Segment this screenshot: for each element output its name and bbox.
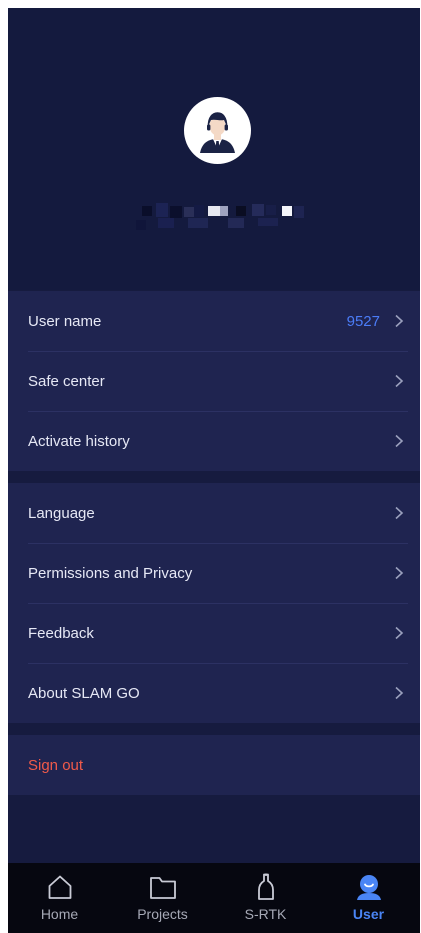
about-row[interactable]: About SLAM GO <box>8 663 420 723</box>
feedback-label: Feedback <box>28 624 94 642</box>
profile-header <box>8 8 420 290</box>
username-pixelated-blur <box>128 198 308 238</box>
user-screen: User name 9527 Safe center Activate hist… <box>8 8 420 933</box>
chevron-right-icon <box>395 566 404 580</box>
username-row[interactable]: User name 9527 <box>8 291 420 351</box>
language-row[interactable]: Language <box>8 483 420 543</box>
sign-out-button[interactable]: Sign out <box>8 735 420 795</box>
tab-home[interactable]: Home <box>8 863 111 933</box>
tab-srtk-label: S-RTK <box>244 906 287 922</box>
signout-group: Sign out <box>8 735 420 795</box>
user-icon <box>356 875 381 900</box>
safe-center-row[interactable]: Safe center <box>8 351 420 411</box>
chevron-right-icon <box>395 506 404 520</box>
safe-center-label: Safe center <box>28 372 105 390</box>
account-settings-group: User name 9527 Safe center Activate hist… <box>8 291 420 471</box>
feedback-row[interactable]: Feedback <box>8 603 420 663</box>
chevron-right-icon <box>395 626 404 640</box>
sign-out-label: Sign out <box>28 756 84 774</box>
about-label: About SLAM GO <box>28 684 140 702</box>
username-label: User name <box>28 312 102 330</box>
tab-user-label: User <box>352 906 385 922</box>
rtk-device-icon <box>257 873 274 900</box>
tab-projects-label: Projects <box>137 906 188 922</box>
chevron-right-icon <box>395 686 404 700</box>
permissions-privacy-label: Permissions and Privacy <box>28 564 193 582</box>
permissions-privacy-row[interactable]: Permissions and Privacy <box>8 543 420 603</box>
folder-icon <box>149 877 176 899</box>
tab-srtk[interactable]: S-RTK <box>214 863 317 933</box>
chevron-right-icon <box>395 374 404 388</box>
tab-home-label: Home <box>40 906 79 922</box>
activate-history-row[interactable]: Activate history <box>8 411 420 471</box>
home-icon <box>48 875 71 899</box>
chevron-right-icon <box>395 434 404 448</box>
bottom-tab-bar: Home Projects S-RTK User <box>8 863 420 933</box>
tab-user[interactable]: User <box>317 863 420 933</box>
language-label: Language <box>28 504 95 522</box>
username-value: 9527 <box>346 312 380 330</box>
chevron-right-icon <box>395 314 404 328</box>
activate-history-label: Activate history <box>28 432 130 450</box>
tab-projects[interactable]: Projects <box>111 863 214 933</box>
user-avatar-icon[interactable] <box>184 97 251 164</box>
app-settings-group: Language Permissions and Privacy Feedbac… <box>8 483 420 723</box>
